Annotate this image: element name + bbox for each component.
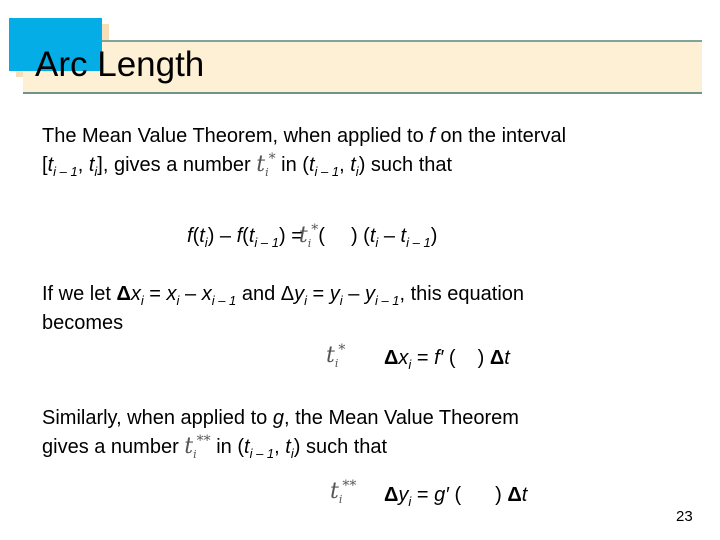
text: , this equation (399, 283, 525, 305)
var-g: g (272, 407, 284, 429)
t-i-star-symbol: ti* (326, 342, 346, 370)
delta-symbol: Δ (384, 484, 399, 506)
text: ( (443, 347, 456, 369)
var-y: y (398, 484, 409, 506)
t-i-star-symbol: ti* (256, 151, 276, 179)
text: = (143, 283, 167, 305)
paragraph1-line2: [ti – 1, ti], gives a number ti* in (ti … (42, 151, 453, 179)
var-x: x (201, 283, 212, 305)
subscript: i – 1 (53, 164, 78, 179)
text: ], gives a number (97, 154, 257, 176)
delta-symbol: Δ (384, 347, 399, 369)
equation2: Δxi = f′ () Δt (384, 346, 510, 371)
subscript: i – 1 (254, 235, 279, 250)
text: = (411, 347, 435, 369)
subscript: i – 1 (314, 164, 340, 179)
paragraph1-line1: The Mean Value Theorem, when applied to … (42, 124, 566, 148)
text: ) (430, 225, 438, 247)
delta-symbol: Δ (116, 283, 131, 305)
paragraph3-line2: gives a number ti** in (ti – 1, ti) such… (42, 433, 388, 461)
subscript: i – 1 (374, 293, 400, 308)
text: If we let (42, 283, 117, 305)
subscript: i – 1 (406, 235, 431, 250)
paragraph3-line1: Similarly, when applied to g, the Mean V… (42, 406, 519, 430)
text: , (77, 154, 89, 176)
var-x: x (398, 347, 409, 369)
text: – (342, 283, 365, 305)
equation3: Δyi = g′ () Δt (384, 483, 528, 508)
paragraph2-line1: If we let Δxi = xi – xi – 1 and Δyi = yi… (42, 282, 525, 308)
text: – (378, 225, 401, 247)
subscript: i – 1 (249, 446, 275, 461)
text: , (274, 436, 286, 458)
slide-title: Arc Length (35, 45, 205, 84)
text: , (339, 154, 351, 176)
text: on the interval (434, 125, 567, 147)
t-i-double-star-symbol: ti** (330, 478, 357, 506)
text: The Mean Value Theorem, when applied to (42, 125, 430, 147)
delta-symbol: Δ (489, 347, 505, 369)
var-x: x (166, 283, 177, 305)
text: ) such that (293, 436, 388, 458)
var-x: x (130, 283, 141, 305)
t-i-double-star-symbol: ti** (184, 433, 211, 461)
text: = (411, 484, 435, 506)
derivative-g: g′ (434, 484, 449, 506)
text: in ( (210, 436, 245, 458)
text: gives a number (42, 436, 185, 458)
derivative-f: f′ (434, 347, 444, 369)
subscript: i – 1 (211, 293, 237, 308)
var-y: y (329, 283, 340, 305)
text: ) (495, 484, 508, 506)
text: – (214, 225, 237, 247)
t-i-star-symbol: ti* (298, 222, 319, 250)
text: and (236, 283, 281, 305)
var-y: y (294, 283, 305, 305)
var-t: t (504, 347, 510, 369)
text: ) (477, 347, 490, 369)
text: , the Mean Value Theorem (283, 407, 519, 429)
paragraph2-line2: becomes (42, 312, 124, 334)
text: in ( (275, 154, 309, 176)
delta-symbol: Δ (280, 283, 295, 305)
var-t: t (521, 484, 528, 506)
text: – (179, 283, 202, 305)
delta-symbol: Δ (507, 484, 522, 506)
equation1: f(ti) – f(ti – 1) =ti*() (ti – ti – 1) (187, 222, 438, 250)
text: ) such that (358, 154, 453, 176)
text: ) ( (350, 225, 370, 247)
text: ( (318, 225, 325, 247)
text: ( (448, 484, 462, 506)
text: = (307, 283, 330, 305)
page-number: 23 (676, 508, 693, 525)
var-y: y (364, 283, 375, 305)
text: Similarly, when applied to (42, 407, 273, 429)
